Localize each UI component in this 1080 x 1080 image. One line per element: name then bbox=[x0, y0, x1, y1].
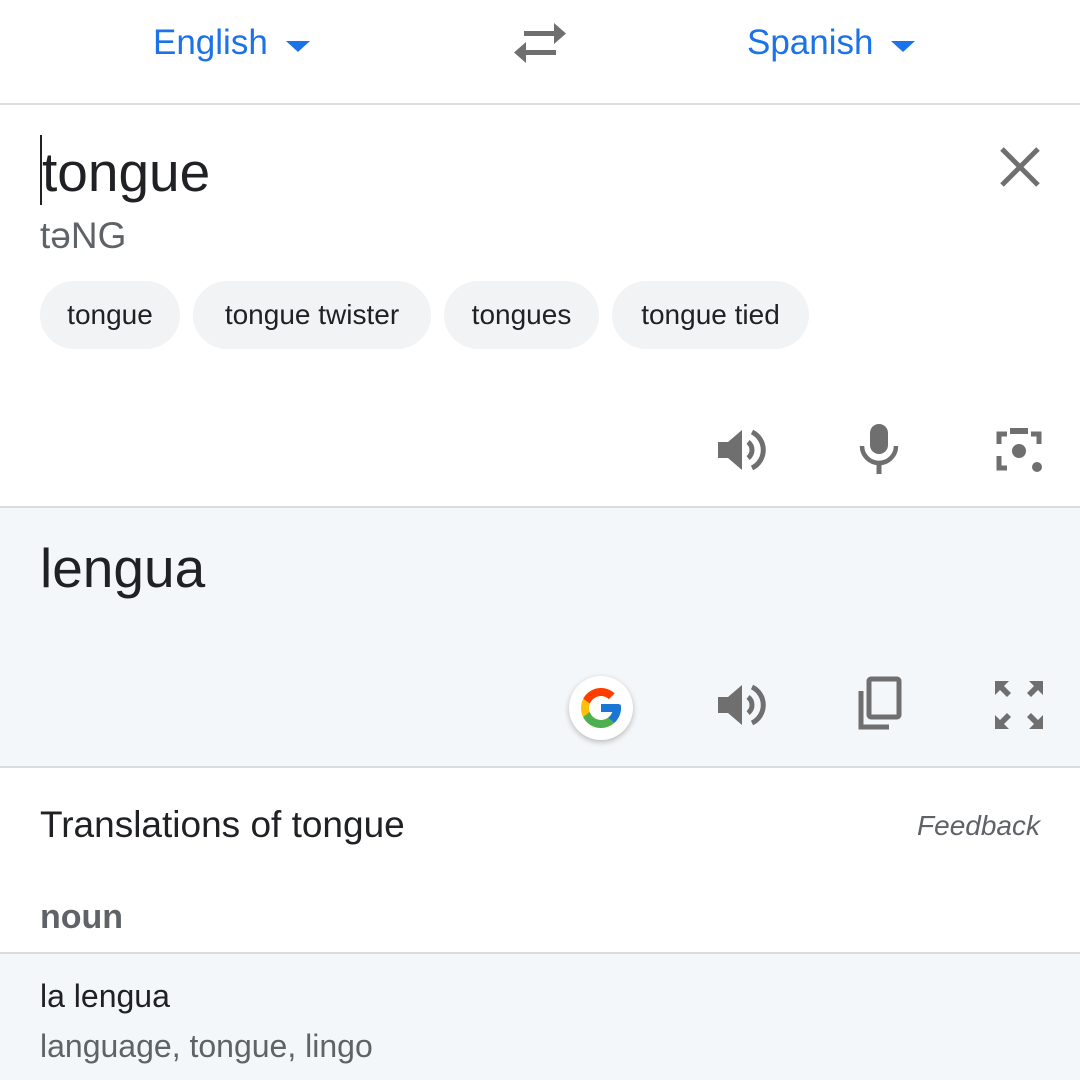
translation-result-text: lengua bbox=[40, 537, 206, 599]
suggestion-chip[interactable]: tongue bbox=[40, 281, 180, 349]
listen-source-button[interactable] bbox=[707, 417, 773, 483]
suggestion-chip[interactable]: tongue tied bbox=[612, 281, 809, 349]
clear-text-button[interactable] bbox=[990, 137, 1050, 197]
source-language-label: English bbox=[153, 23, 268, 62]
translations-panel: Translations of tongue Feedback noun la … bbox=[0, 768, 1080, 1080]
copy-icon bbox=[858, 676, 902, 730]
fullscreen-button[interactable] bbox=[986, 672, 1052, 738]
target-language-selector[interactable]: Spanish bbox=[747, 20, 916, 66]
translation-entry[interactable]: la lengua language, tongue, lingo bbox=[0, 954, 1080, 1080]
suggestion-chip-label: tongues bbox=[471, 299, 572, 330]
suggestion-chip-label: tongue tied bbox=[641, 299, 780, 330]
google-logo-icon bbox=[581, 688, 621, 728]
translations-heading: Translations of tongue bbox=[40, 804, 405, 845]
text-cursor bbox=[40, 135, 42, 205]
translation-term: la lengua bbox=[40, 978, 170, 1014]
phonetic-transcription: təNG bbox=[40, 215, 127, 256]
source-text-input[interactable]: tongue bbox=[40, 135, 210, 209]
suggestion-chip[interactable]: tongue twister bbox=[193, 281, 431, 349]
camera-translate-button[interactable] bbox=[986, 417, 1052, 483]
listen-translation-button[interactable] bbox=[707, 672, 773, 738]
google-search-button[interactable] bbox=[569, 676, 633, 740]
suggestion-chip-label: tongue bbox=[67, 299, 153, 330]
microphone-icon bbox=[859, 424, 899, 474]
language-bar: English Spanish bbox=[0, 0, 1080, 105]
swap-languages-button[interactable] bbox=[510, 18, 570, 68]
dropdown-caret-icon bbox=[285, 40, 310, 52]
copy-translation-button[interactable] bbox=[846, 672, 912, 738]
close-icon bbox=[1000, 147, 1040, 187]
feedback-link[interactable]: Feedback bbox=[917, 810, 1040, 842]
suggestion-chip-label: tongue twister bbox=[224, 299, 400, 330]
target-language-label: Spanish bbox=[747, 23, 874, 62]
translation-result-area: lengua bbox=[0, 508, 1080, 768]
swap-arrows-icon bbox=[514, 23, 566, 63]
speaker-icon bbox=[718, 684, 766, 726]
voice-input-button[interactable] bbox=[846, 417, 912, 483]
fullscreen-icon bbox=[995, 681, 1043, 729]
camera-lens-icon bbox=[996, 428, 1042, 472]
suggestion-chip[interactable]: tongues bbox=[444, 281, 599, 349]
back-translations: language, tongue, lingo bbox=[40, 1028, 373, 1064]
source-language-selector[interactable]: English bbox=[153, 20, 310, 66]
part-of-speech-label: noun bbox=[40, 898, 124, 936]
source-input-area[interactable]: tongue təNG tongue tongue twister tongue… bbox=[0, 105, 1080, 509]
dropdown-caret-icon bbox=[891, 40, 916, 52]
speaker-icon bbox=[718, 429, 766, 471]
